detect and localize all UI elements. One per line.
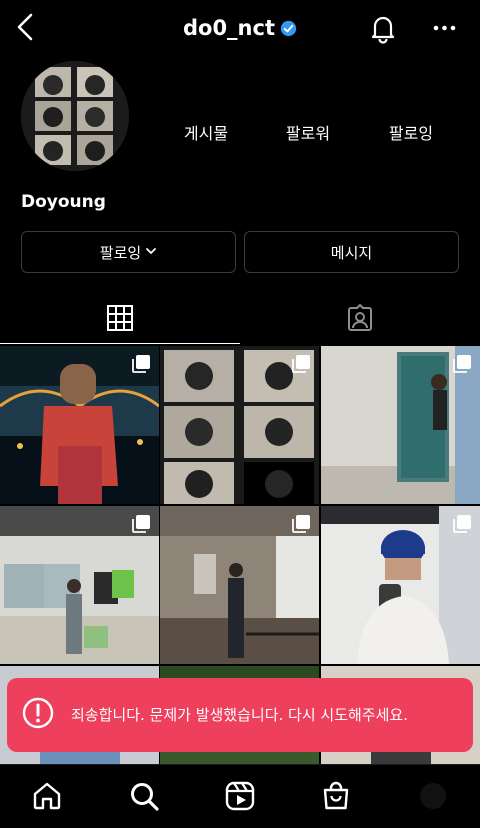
multiple-photos-icon (452, 354, 472, 378)
tagged-icon (345, 303, 375, 337)
grid-icon (106, 304, 134, 336)
post-thumbnail[interactable] (0, 506, 159, 664)
post-thumbnail[interactable] (321, 506, 480, 664)
multiple-photos-icon (452, 514, 472, 538)
error-toast: 죄송합니다. 문제가 발생했습니다. 다시 시도해주세요. (7, 678, 473, 752)
active-tab-indicator (0, 343, 240, 344)
following-button-label: 팔로잉 (99, 243, 142, 262)
avatar[interactable] (21, 61, 129, 171)
message-button-label: 메시지 (330, 243, 373, 262)
post-thumbnail[interactable] (0, 346, 159, 504)
multiple-photos-icon (291, 514, 311, 538)
search-icon[interactable] (127, 779, 161, 813)
verified-badge-icon (280, 18, 297, 42)
tab-posts[interactable] (0, 296, 240, 344)
multiple-photos-icon (131, 514, 151, 538)
bottom-nav (0, 764, 480, 828)
post-thumbnail[interactable] (160, 506, 319, 664)
chevron-down-icon (145, 243, 157, 261)
toast-message: 죄송합니다. 문제가 발생했습니다. 다시 시도해주세요. (71, 706, 408, 724)
stat-posts[interactable]: 게시물 (161, 120, 251, 144)
following-button[interactable]: 팔로잉 (21, 231, 236, 273)
tab-tagged[interactable] (240, 296, 480, 344)
profile-icon[interactable] (416, 779, 450, 813)
reels-icon[interactable] (223, 779, 257, 813)
post-thumbnail[interactable] (321, 346, 480, 504)
stat-followers[interactable]: 팔로워 (263, 120, 353, 144)
alert-circle-icon (21, 696, 55, 734)
profile-username-header: do0_nct (0, 16, 480, 42)
multiple-photos-icon (291, 354, 311, 378)
bell-icon[interactable] (366, 11, 400, 45)
stat-following[interactable]: 팔로잉 (366, 120, 456, 144)
shop-icon[interactable] (319, 779, 353, 813)
more-horizontal-icon[interactable] (430, 14, 460, 44)
home-icon[interactable] (30, 779, 64, 813)
display-name: Doyoung (21, 192, 106, 212)
message-button[interactable]: 메시지 (244, 231, 459, 273)
profile-tabs (0, 296, 480, 344)
username: do0_nct (182, 16, 275, 40)
top-bar: do0_nct (0, 0, 480, 56)
post-thumbnail[interactable] (160, 346, 319, 504)
multiple-photos-icon (131, 354, 151, 378)
